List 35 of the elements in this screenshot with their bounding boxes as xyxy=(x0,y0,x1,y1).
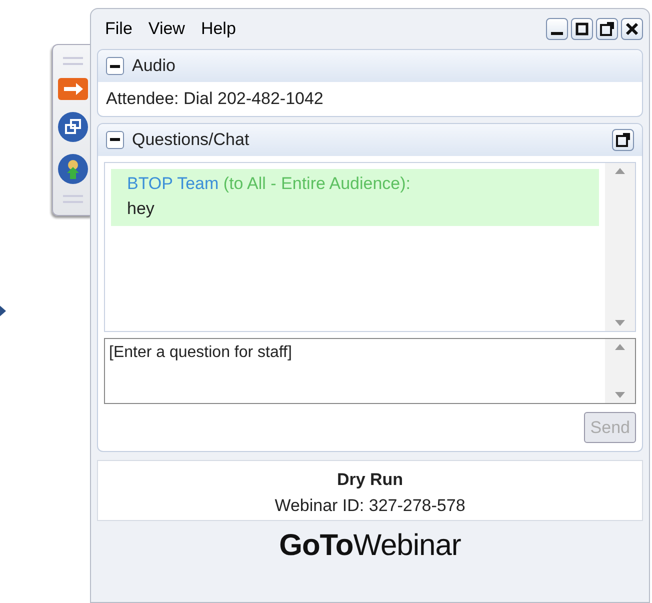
audience-label: (to All - Entire Audience): xyxy=(223,174,410,192)
scrollbar[interactable] xyxy=(605,162,635,330)
webinar-id: Webinar ID: 327-278-578 xyxy=(274,494,466,516)
grip-handle[interactable] xyxy=(62,57,82,65)
menu-item[interactable]: View xyxy=(140,16,193,42)
menu-item[interactable]: File xyxy=(97,16,140,42)
maximize-button[interactable] xyxy=(571,18,593,40)
panel-title: Audio xyxy=(132,55,176,78)
popout-icon xyxy=(597,19,617,39)
grip-handle[interactable] xyxy=(62,194,82,202)
scroll-down-icon xyxy=(614,318,626,326)
dial-in-text: Attendee: Dial 202-482-1042 xyxy=(105,88,324,110)
popout-button[interactable] xyxy=(612,128,634,150)
logo: GoToWebinar xyxy=(278,528,462,564)
arrow-icon[interactable] xyxy=(58,75,88,100)
minimize-button[interactable] xyxy=(546,18,568,40)
scroll-down-icon xyxy=(614,390,626,398)
minimize-icon xyxy=(551,32,563,35)
scrollbar[interactable] xyxy=(605,338,635,402)
raise-hand-icon[interactable] xyxy=(56,152,88,184)
message-text: hey xyxy=(127,198,156,220)
scroll-up-icon xyxy=(614,166,626,174)
chevron-icon xyxy=(0,304,6,318)
close-button[interactable] xyxy=(621,18,643,40)
minus-icon xyxy=(110,64,120,68)
scroll-up-icon xyxy=(614,342,626,350)
popout-button[interactable] xyxy=(596,18,618,40)
panel-title: Questions/Chat xyxy=(132,128,250,151)
menu-item[interactable]: Help xyxy=(192,16,244,42)
collapse-toggle[interactable] xyxy=(106,130,124,148)
webinar-title: Dry Run xyxy=(336,469,404,491)
collapse-toggle[interactable] xyxy=(106,57,124,75)
windows-icon[interactable] xyxy=(56,110,88,142)
sender-name: BTOP Team xyxy=(127,174,219,192)
minus-icon xyxy=(110,138,120,141)
